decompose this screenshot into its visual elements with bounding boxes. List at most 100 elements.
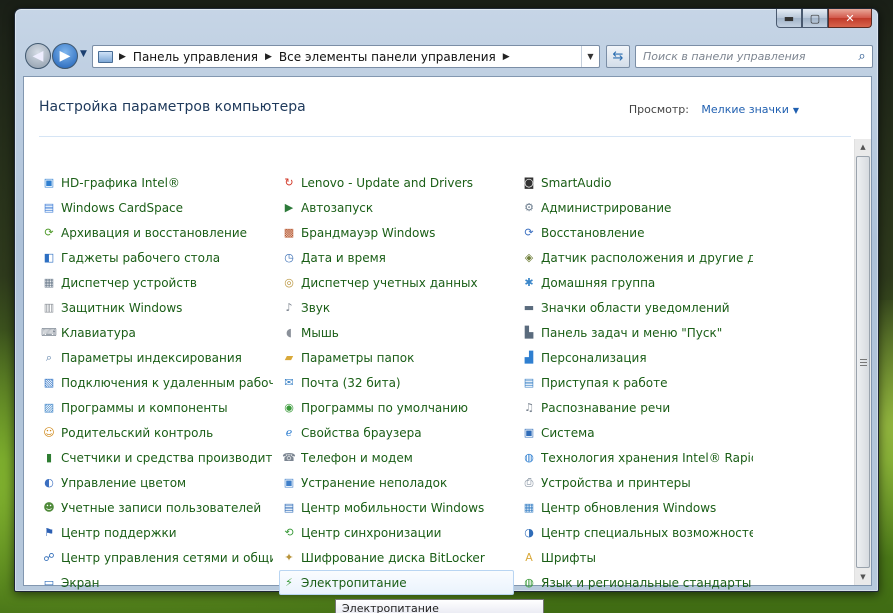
- control-panel-item[interactable]: ◑ Центр специальных возможностей: [519, 520, 754, 545]
- refresh-button[interactable]: ⇆: [606, 45, 630, 68]
- dropdown-arrow-icon[interactable]: ▼: [793, 106, 799, 115]
- control-panel-item[interactable]: ▣ HD-графика Intel®: [39, 170, 274, 195]
- forward-button[interactable]: ▶: [52, 43, 78, 69]
- scroll-down-icon[interactable]: ▼: [855, 569, 871, 585]
- control-panel-item[interactable]: ◷ Дата и время: [279, 245, 514, 270]
- control-panel-item[interactable]: ☍ Центр управления сетями и общи...: [39, 545, 274, 570]
- control-panel-item[interactable]: ◎ Диспетчер учетных данных: [279, 270, 514, 295]
- view-by-value[interactable]: Мелкие значки: [701, 103, 788, 116]
- grip-icon: [860, 359, 867, 366]
- control-panel-item[interactable]: ▩ Брандмауэр Windows: [279, 220, 514, 245]
- item-label: Устранение неполадок: [301, 475, 448, 490]
- item-tooltip: Электропитание: [335, 599, 544, 613]
- control-panel-item[interactable]: ▭ Экран: [39, 570, 274, 595]
- refresh-icon: ⇆: [612, 49, 624, 64]
- recent-pages-dropdown-icon[interactable]: ▼: [80, 49, 87, 59]
- admin-tools-icon: ⚙: [524, 201, 534, 214]
- windows-update-icon: ▦: [523, 501, 535, 514]
- control-panel-item[interactable]: ▨ Программы и компоненты: [39, 395, 274, 420]
- control-panel-item[interactable]: ↻ Lenovo - Update and Drivers: [279, 170, 514, 195]
- control-panel-item[interactable]: A Шрифты: [519, 545, 754, 570]
- address-dropdown-icon[interactable]: ▼: [581, 46, 599, 67]
- breadcrumb-separator-icon[interactable]: ▶: [265, 52, 272, 62]
- troubleshooting-icon: ▣: [283, 476, 295, 489]
- control-panel-item[interactable]: ▙ Панель задач и меню "Пуск": [519, 320, 754, 345]
- backup-icon: ⟳: [44, 226, 54, 239]
- control-panel-item[interactable]: ▶ Автозапуск: [279, 195, 514, 220]
- autoplay-icon: ▶: [284, 201, 294, 214]
- control-panel-item[interactable]: ⟳ Архивация и восстановление: [39, 220, 274, 245]
- control-panel-item[interactable]: ▤ Windows CardSpace: [39, 195, 274, 220]
- control-panel-item[interactable]: ⌕ Параметры индексирования: [39, 345, 274, 370]
- control-panel-item[interactable]: ⚡ Электропитание: [279, 570, 514, 595]
- control-panel-item[interactable]: ▦ Диспетчер устройств: [39, 270, 274, 295]
- control-panel-item[interactable]: ◙ SmartAudio: [519, 170, 754, 195]
- control-panel-item[interactable]: ◍ Технология хранения Intel® Rapid: [519, 445, 754, 470]
- scroll-up-icon[interactable]: ▲: [855, 139, 871, 155]
- close-button[interactable]: ✕: [828, 9, 872, 28]
- item-label: Центр синхронизации: [301, 525, 442, 540]
- control-panel-item[interactable]: ▮ Счетчики и средства производител...: [39, 445, 274, 470]
- network-center-icon: ☍: [43, 551, 55, 564]
- control-panel-item[interactable]: ⚑ Центр поддержки: [39, 520, 274, 545]
- control-panel-item[interactable]: ✦ Шифрование диска BitLocker: [279, 545, 514, 570]
- vertical-scrollbar[interactable]: ▲ ▼: [854, 139, 871, 585]
- performance-icon: ▮: [45, 451, 53, 464]
- scrollbar-thumb[interactable]: [856, 156, 870, 568]
- control-panel-item[interactable]: ♪ Звук: [279, 295, 514, 320]
- control-panel-item[interactable]: ☻ Учетные записи пользователей: [39, 495, 274, 520]
- remote-connection-icon: ▧: [43, 376, 55, 389]
- item-label: Центр мобильности Windows: [301, 500, 485, 515]
- control-panel-item[interactable]: ⌨ Клавиатура: [39, 320, 274, 345]
- control-panel-item[interactable]: ▦ Центр обновления Windows: [519, 495, 754, 520]
- control-panel-item[interactable]: ◧ Гаджеты рабочего стола: [39, 245, 274, 270]
- control-panel-item[interactable]: ◖ Мышь: [279, 320, 514, 345]
- control-panel-item[interactable]: ☎ Телефон и модем: [279, 445, 514, 470]
- item-label: Диспетчер устройств: [61, 275, 198, 290]
- item-label: Защитник Windows: [61, 300, 183, 315]
- control-panel-item[interactable]: ◈ Датчик расположения и другие дат...: [519, 245, 754, 270]
- control-panel-item[interactable]: ♫ Распознавание речи: [519, 395, 754, 420]
- address-bar[interactable]: ▶ Панель управления ▶ Все элементы панел…: [92, 45, 600, 68]
- control-panel-item[interactable]: ◐ Управление цветом: [39, 470, 274, 495]
- items-column: ↻ Lenovo - Update and Drivers ▶ Автозапуск ▩…: [279, 170, 514, 595]
- parental-control-icon: ☺: [43, 426, 55, 439]
- control-panel-item[interactable]: ℯ Свойства браузера: [279, 420, 514, 445]
- control-panel-item[interactable]: ◉ Программы по умолчанию: [279, 395, 514, 420]
- sound-icon: ♪: [285, 301, 293, 314]
- search-box[interactable]: ⌕: [635, 45, 873, 68]
- view-by-dropdown[interactable]: Мелкие значки ▼: [701, 103, 799, 116]
- control-panel-item[interactable]: ▧ Подключения к удаленным рабоч...: [39, 370, 274, 395]
- breadcrumb-separator-icon[interactable]: ▶: [119, 52, 126, 62]
- maximize-button[interactable]: ▢: [802, 9, 828, 28]
- breadcrumb-separator-icon[interactable]: ▶: [503, 52, 510, 62]
- search-icon[interactable]: ⌕: [852, 49, 872, 64]
- control-panel-item[interactable]: ▤ Приступая к работе: [519, 370, 754, 395]
- breadcrumb-control-panel[interactable]: Панель управления: [133, 50, 258, 64]
- control-panel-item[interactable]: ⟲ Центр синхронизации: [279, 520, 514, 545]
- breadcrumb-all-items[interactable]: Все элементы панели управления: [279, 50, 496, 64]
- control-panel-item[interactable]: ▬ Значки области уведомлений: [519, 295, 754, 320]
- minimize-button[interactable]: ▬: [776, 9, 802, 28]
- control-panel-item[interactable]: ▟ Персонализация: [519, 345, 754, 370]
- intel-graphics-icon: ▣: [43, 176, 55, 189]
- control-panel-item[interactable]: ✱ Домашняя группа: [519, 270, 754, 295]
- control-panel-item[interactable]: ✉ Почта (32 бита): [279, 370, 514, 395]
- back-button[interactable]: ◀: [25, 43, 51, 69]
- control-panel-item[interactable]: ▣ Устранение неполадок: [279, 470, 514, 495]
- internet-options-icon: ℯ: [285, 426, 293, 439]
- control-panel-item[interactable]: ▤ Центр мобильности Windows: [279, 495, 514, 520]
- control-panel-item[interactable]: ▰ Параметры папок: [279, 345, 514, 370]
- item-label: Архивация и восстановление: [61, 225, 248, 240]
- control-panel-item[interactable]: ▥ Защитник Windows: [39, 295, 274, 320]
- control-panel-item[interactable]: ⎙ Устройства и принтеры: [519, 470, 754, 495]
- search-input[interactable]: [636, 50, 852, 63]
- control-panel-item[interactable]: ◍ Язык и региональные стандарты: [519, 570, 754, 595]
- mouse-icon: ◖: [286, 326, 292, 339]
- content-pane: Настройка параметров компьютера Просмотр…: [23, 76, 872, 595]
- control-panel-item[interactable]: ☺ Родительский контроль: [39, 420, 274, 445]
- control-panel-item[interactable]: ▣ Система: [519, 420, 754, 445]
- control-panel-item[interactable]: ⚙ Администрирование: [519, 195, 754, 220]
- control-panel-item[interactable]: ⟳ Восстановление: [519, 220, 754, 245]
- date-time-icon: ◷: [284, 251, 294, 264]
